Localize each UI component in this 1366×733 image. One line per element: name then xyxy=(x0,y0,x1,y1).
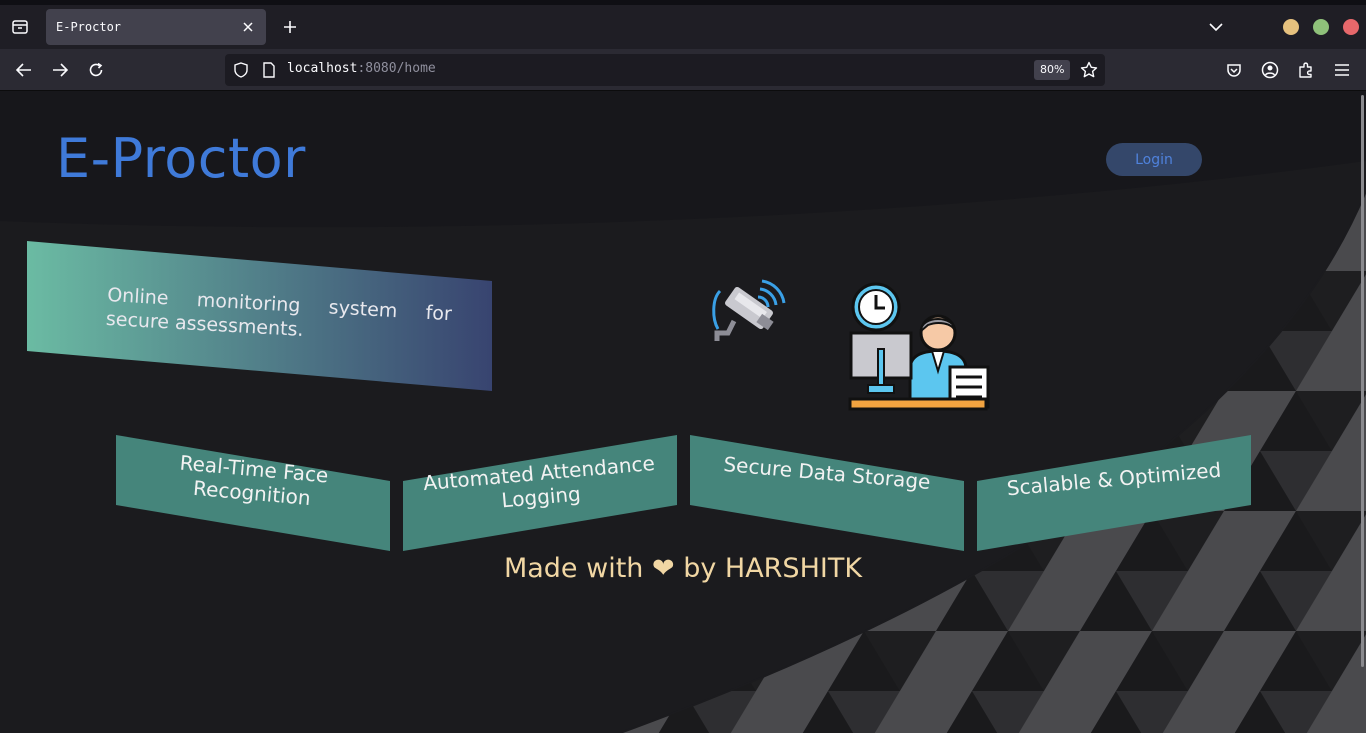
cctv-camera-icon xyxy=(712,279,786,341)
feature-card-scalable: Scalable & Optimized xyxy=(977,435,1251,553)
forward-icon[interactable] xyxy=(48,58,72,82)
pocket-icon[interactable] xyxy=(1222,58,1246,82)
address-bar[interactable]: localhost:8080/home 80% xyxy=(225,54,1105,86)
online-proctor-icon xyxy=(848,282,990,411)
account-icon[interactable] xyxy=(1258,58,1282,82)
browser-tabbar: E-Proctor xyxy=(0,0,1366,49)
page-viewport: E-Proctor Login Online monitoring system… xyxy=(0,91,1366,733)
feature-card-face-recognition: Real-Time Face Recognition xyxy=(116,435,390,553)
url-path: :8080/home xyxy=(357,61,436,76)
url-text[interactable]: localhost:8080/home xyxy=(287,61,436,76)
close-tab-icon[interactable] xyxy=(240,19,256,35)
browser-navbar: localhost:8080/home 80% xyxy=(0,49,1366,91)
chevron-down-icon[interactable] xyxy=(1206,17,1226,37)
new-tab-icon[interactable] xyxy=(280,17,300,37)
footer-credit: Made with ❤ by HARSHITK xyxy=(503,553,863,584)
firefox-view-icon[interactable] xyxy=(8,15,32,39)
brand-title: E-Proctor xyxy=(56,127,306,190)
maximize-window-button[interactable] xyxy=(1313,19,1329,35)
back-icon[interactable] xyxy=(12,58,36,82)
url-host: localhost xyxy=(287,61,358,76)
close-window-button[interactable] xyxy=(1343,19,1359,35)
bookmark-star-icon[interactable] xyxy=(1079,60,1099,80)
zoom-level-badge[interactable]: 80% xyxy=(1034,60,1071,80)
reload-icon[interactable] xyxy=(84,58,108,82)
tabbar-edge xyxy=(0,0,1366,5)
tab-title: E-Proctor xyxy=(56,20,122,34)
shield-icon[interactable] xyxy=(233,62,249,78)
extensions-icon[interactable] xyxy=(1294,58,1318,82)
login-button[interactable]: Login xyxy=(1106,143,1202,176)
page-info-icon[interactable] xyxy=(262,62,278,78)
feature-card-attendance-logging: Automated Attendance Logging xyxy=(403,435,677,553)
active-tab[interactable]: E-Proctor xyxy=(46,9,266,45)
feature-card-secure-storage: Secure Data Storage xyxy=(690,435,964,553)
minimize-window-button[interactable] xyxy=(1283,19,1299,35)
menu-hamburger-icon[interactable] xyxy=(1330,58,1354,82)
